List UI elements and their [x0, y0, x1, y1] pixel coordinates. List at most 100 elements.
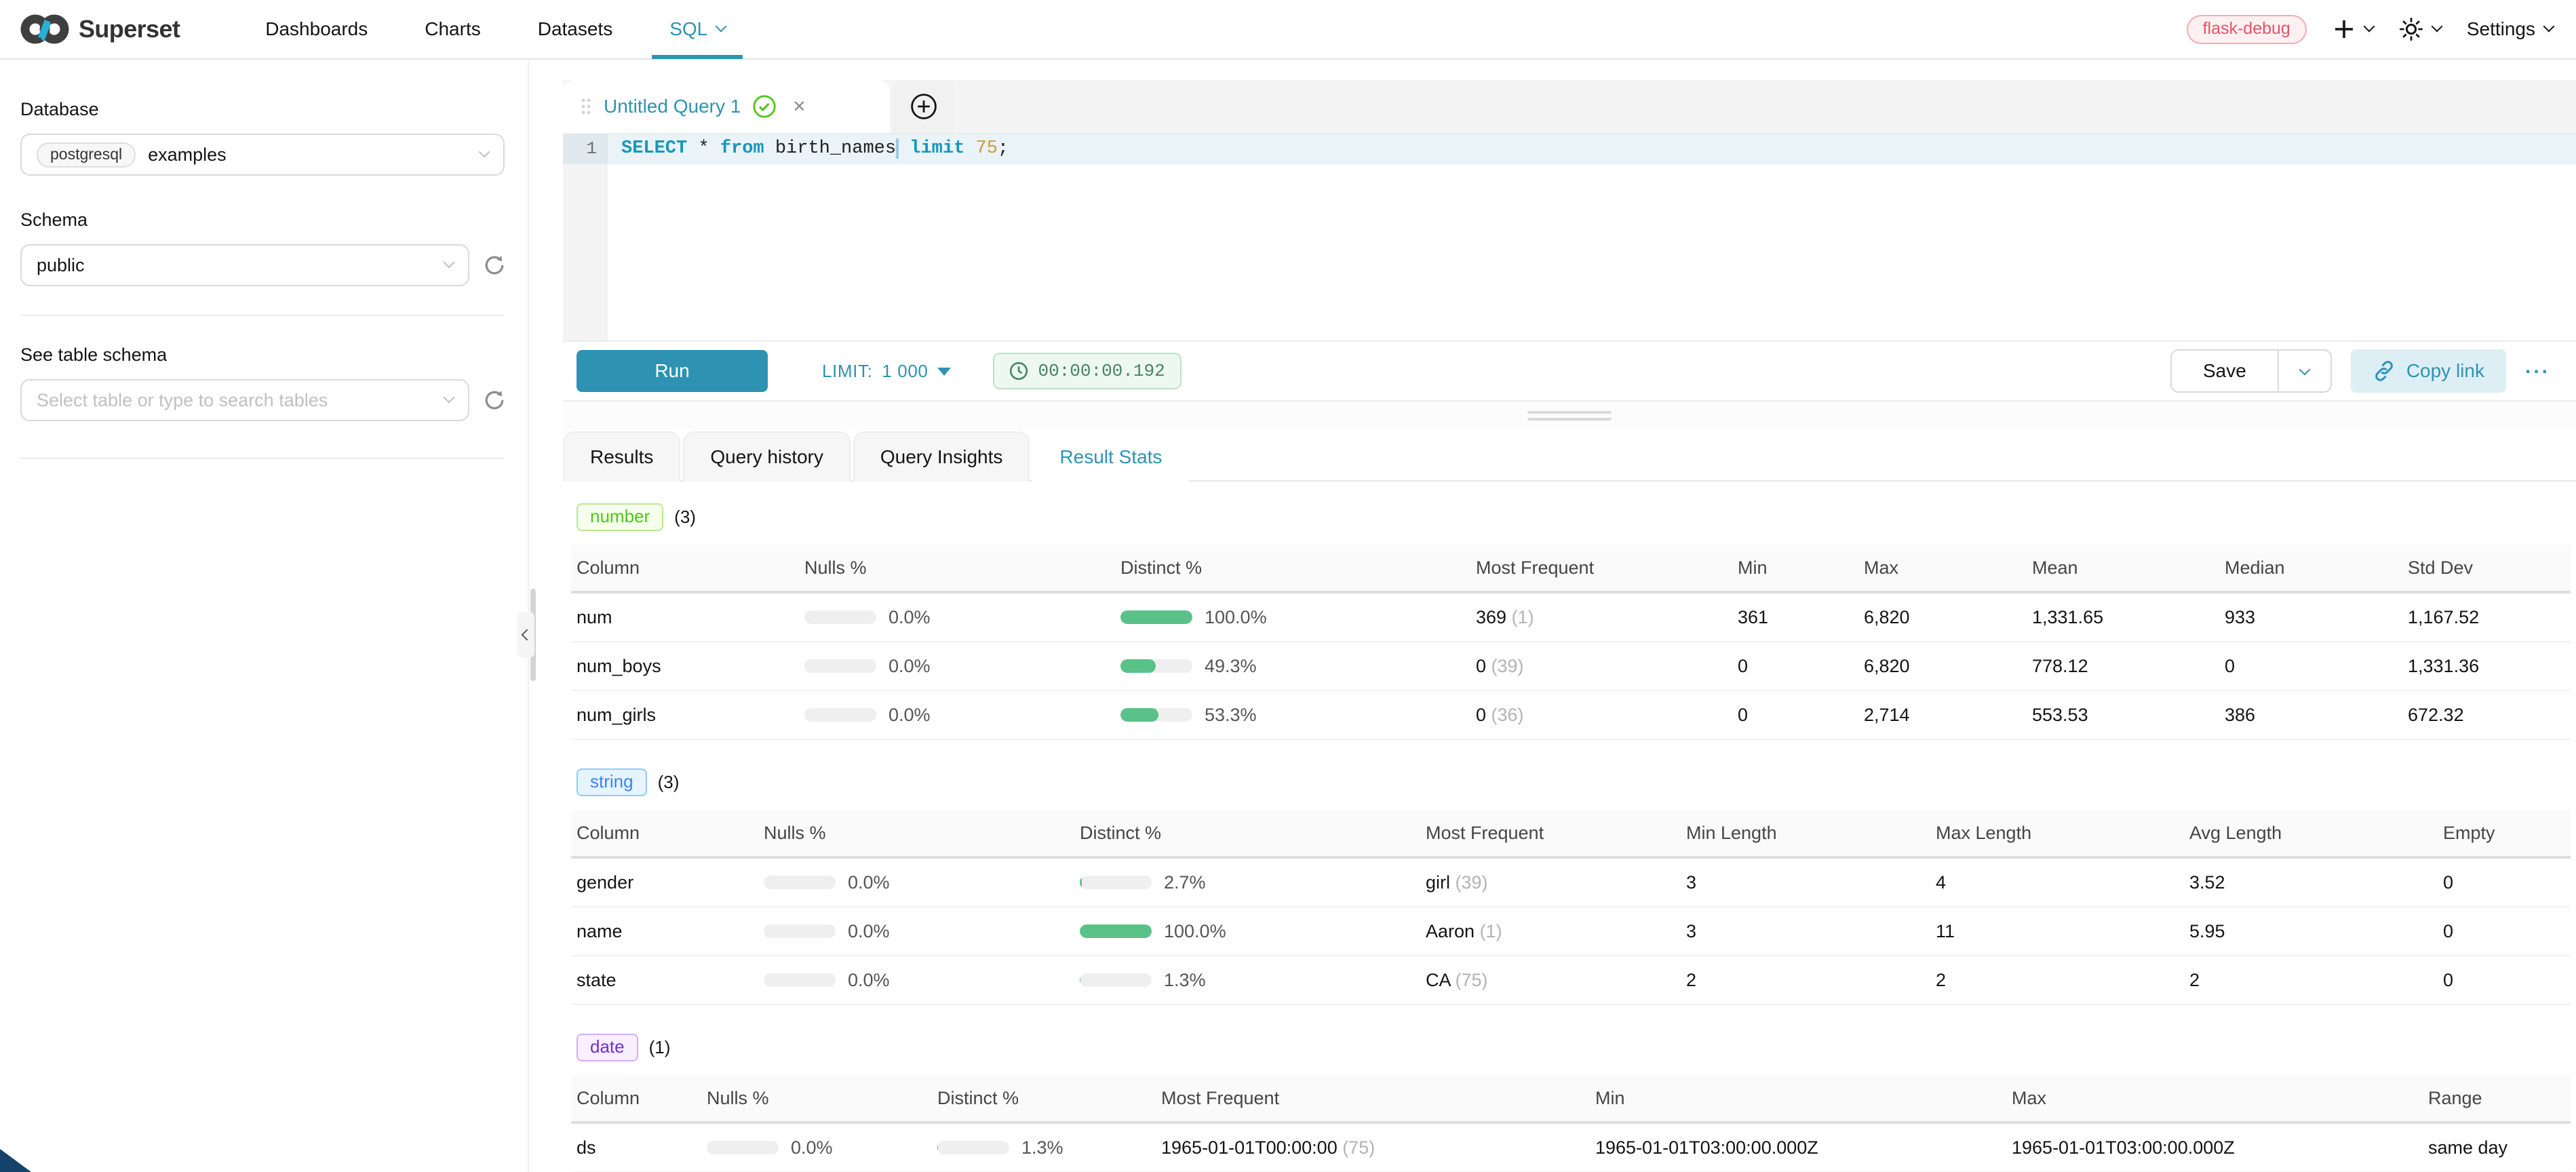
stat-value-cell: 672.32	[2408, 705, 2571, 726]
column-header-max: Max	[1864, 558, 2032, 579]
most-frequent-cell: CA (75)	[1426, 970, 1686, 991]
close-tab-icon[interactable]: ✕	[792, 97, 806, 117]
column-header-min-length: Min Length	[1686, 823, 1936, 844]
top-nav-bar: Superset DashboardsChartsDatasetsSQL fla…	[0, 0, 2576, 60]
chevron-down-icon	[2543, 21, 2555, 33]
query-tab[interactable]: Untitled Query 1 ✕	[563, 80, 890, 133]
distinct-percent-cell: 100.0%	[1080, 921, 1426, 942]
query-tab-strip: Untitled Query 1 ✕	[563, 80, 2576, 134]
table-schema-label: See table schema	[20, 345, 505, 366]
refresh-icon	[484, 255, 505, 275]
most-frequent-count: (39)	[1450, 872, 1488, 893]
splitter-drag-handle[interactable]	[1527, 411, 1612, 425]
editor-gutter	[563, 134, 608, 340]
most-frequent-value: 0	[1476, 656, 1486, 676]
save-options-caret[interactable]	[2279, 349, 2332, 393]
nulls-percent-value: 0.0%	[889, 607, 931, 628]
stats-section-date: date(1)ColumnNulls %Distinct %Most Frequ…	[571, 1034, 2571, 1172]
stat-value-cell: 778.12	[2032, 656, 2225, 677]
nulls-percent-bar	[764, 973, 836, 987]
database-value: examples	[148, 144, 227, 165]
most-frequent-cell: 0 (36)	[1476, 705, 1738, 726]
limit-dropdown[interactable]: LIMIT: 1 000	[822, 361, 951, 382]
stat-value-cell: 1,331.36	[2408, 656, 2571, 677]
refresh-schemas-button[interactable]	[484, 255, 505, 275]
stats-table-header: ColumnNulls %Distinct %Most FrequentMinM…	[571, 1075, 2571, 1124]
column-header-nulls-: Nulls %	[764, 823, 1080, 844]
table-row: ds0.0%1.3%1965-01-01T00:00:00 (75)1965-0…	[571, 1124, 2571, 1172]
superset-logo[interactable]: Superset	[20, 13, 180, 45]
nulls-percent-bar	[764, 876, 836, 889]
stat-value-cell: 0	[1738, 656, 1864, 677]
table-row: num0.0%100.0%369 (1)3616,8201,331.659331…	[571, 593, 2571, 642]
nulls-percent-value: 0.0%	[848, 872, 890, 893]
stats-table-header: ColumnNulls %Distinct %Most FrequentMin …	[571, 810, 2571, 859]
stat-value-cell: 3	[1686, 872, 1936, 893]
tab-result-stats[interactable]: Result Stats	[1032, 431, 1189, 482]
line-number: 1	[563, 134, 608, 164]
distinct-percent-bar	[1080, 924, 1152, 938]
theme-toggle-button[interactable]	[2399, 17, 2441, 41]
nav-item-sql[interactable]: SQL	[641, 0, 754, 59]
schema-select[interactable]: public	[20, 244, 469, 286]
sql-code-editor[interactable]: 1 SELECT * from birth_names limit 75;	[563, 134, 2576, 340]
nav-item-charts[interactable]: Charts	[396, 0, 509, 59]
nulls-percent-cell: 0.0%	[804, 656, 1120, 677]
column-count: (1)	[649, 1037, 671, 1058]
most-frequent-value: 1965-01-01T00:00:00	[1161, 1137, 1338, 1158]
most-frequent-value: CA	[1426, 970, 1450, 990]
most-frequent-cell: 1965-01-01T00:00:00 (75)	[1161, 1137, 1595, 1158]
copy-link-button[interactable]: Copy link	[2351, 349, 2506, 393]
stat-value-cell: 2	[2189, 970, 2443, 991]
stat-value-cell: 11	[1936, 921, 2189, 942]
tab-query-insights[interactable]: Query Insights	[853, 431, 1030, 482]
stat-value-cell: 6,820	[1864, 656, 2032, 677]
nav-item-dashboards[interactable]: Dashboards	[237, 0, 396, 59]
new-item-button[interactable]	[2333, 18, 2373, 41]
table-select[interactable]: Select table or type to search tables	[20, 379, 469, 421]
stat-value-cell: 933	[2225, 607, 2408, 628]
column-header-mean: Mean	[2032, 558, 2225, 579]
database-select[interactable]: postgresql examples	[20, 134, 505, 176]
stat-value-cell: 3.52	[2189, 872, 2443, 893]
nulls-percent-value: 0.0%	[791, 1137, 833, 1158]
database-engine-tag: postgresql	[37, 142, 136, 168]
table-row: num_boys0.0%49.3%0 (39)06,820778.1201,33…	[571, 642, 2571, 691]
stat-value-cell: 0	[2443, 872, 2571, 893]
distinct-percent-cell: 100.0%	[1120, 607, 1476, 628]
sidebar-divider	[20, 315, 505, 316]
nulls-percent-cell: 0.0%	[764, 921, 1080, 942]
nulls-percent-cell: 0.0%	[764, 872, 1080, 893]
new-query-tab-button[interactable]	[893, 80, 955, 133]
limit-value: 1 000	[882, 361, 928, 382]
distinct-percent-cell: 2.7%	[1080, 872, 1426, 893]
collapse-sidebar-button[interactable]	[517, 612, 534, 658]
save-button[interactable]: Save	[2170, 349, 2279, 393]
more-actions-button[interactable]: ...	[2525, 355, 2553, 387]
drag-handle-icon[interactable]	[581, 97, 591, 116]
column-header-column: Column	[571, 1088, 707, 1109]
tab-results[interactable]: Results	[563, 431, 680, 482]
sql-token: from	[720, 138, 775, 159]
settings-menu[interactable]: Settings	[2467, 18, 2553, 40]
run-query-button[interactable]: Run	[577, 350, 768, 392]
chevron-down-icon	[2363, 21, 2375, 33]
sql-code-line: SELECT * from birth_names limit 75;	[621, 138, 1009, 159]
chevron-left-icon	[522, 629, 533, 641]
stat-value-cell: 0	[2443, 970, 2571, 991]
sql-token: SELECT	[621, 138, 698, 159]
column-header-avg-length: Avg Length	[2189, 823, 2443, 844]
table-row: state0.0%1.3%CA (75)2220	[571, 956, 2571, 1005]
pane-splitter	[563, 402, 2576, 430]
most-frequent-count: (36)	[1486, 705, 1524, 725]
chevron-down-icon	[444, 392, 455, 404]
distinct-percent-value: 100.0%	[1164, 921, 1226, 942]
tab-query-history[interactable]: Query history	[683, 431, 851, 482]
most-frequent-count: (75)	[1450, 970, 1488, 990]
refresh-tables-button[interactable]	[484, 390, 505, 410]
stat-value-cell: 2	[1936, 970, 2189, 991]
sql-token: limit	[910, 138, 975, 159]
distinct-percent-bar	[1120, 708, 1192, 722]
nav-item-label: SQL	[669, 18, 707, 40]
nav-item-datasets[interactable]: Datasets	[509, 0, 642, 59]
